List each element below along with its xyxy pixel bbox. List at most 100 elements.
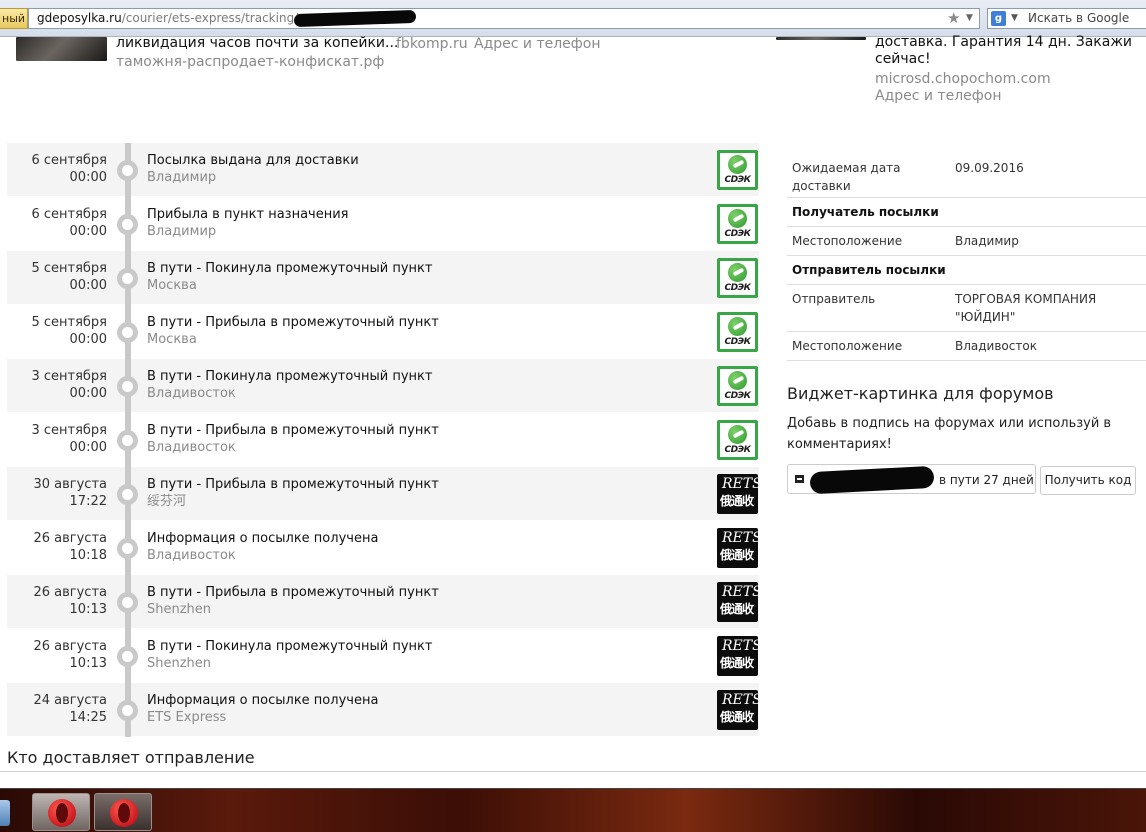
ets-logo-icon[interactable]: RETS 俄通收 bbox=[717, 528, 758, 568]
timeline-dot-icon bbox=[117, 214, 138, 235]
ad-domain-middle[interactable]: fbkomp.ru bbox=[396, 36, 468, 53]
event-location: 绥芬河 bbox=[147, 494, 187, 509]
address-dropdown-icon[interactable]: ▼ bbox=[966, 13, 973, 23]
event-date: 26 августа bbox=[33, 585, 107, 600]
cdek-ball-icon bbox=[728, 425, 747, 444]
expected-date-label: Ожидаемая дата доставки bbox=[792, 161, 901, 193]
event-time: 10:13 bbox=[69, 656, 107, 671]
opera-icon bbox=[110, 799, 138, 827]
ets-logo-line2: 俄通收 bbox=[720, 710, 754, 724]
get-code-button[interactable]: Получить код bbox=[1040, 466, 1136, 495]
recipient-heading: Получатель посылки bbox=[792, 205, 939, 219]
event-status: В пути - Прибыла в промежуточный пункт bbox=[147, 477, 439, 492]
explorer-icon[interactable] bbox=[0, 800, 10, 826]
timeline-dot-icon bbox=[117, 430, 138, 451]
sender-location-value: Владивосток bbox=[955, 339, 1037, 353]
ets-logo-line2: 俄通收 bbox=[720, 656, 754, 670]
event-date: 30 августа bbox=[33, 477, 107, 492]
event-status: Информация о посылке получена bbox=[147, 531, 379, 546]
event-time: 00:00 bbox=[69, 170, 107, 185]
tracking-event-row: 3 сентября 00:00 В пути - Покинула промежу… bbox=[7, 359, 759, 413]
google-icon[interactable]: g bbox=[991, 11, 1006, 26]
redacted-scribble bbox=[809, 465, 935, 495]
site-identity-badge[interactable]: ный bbox=[0, 8, 28, 29]
ets-logo-icon[interactable]: RETS 俄通收 bbox=[717, 582, 758, 622]
ets-logo-line2: 俄通收 bbox=[720, 548, 754, 562]
event-time: 00:00 bbox=[69, 440, 107, 455]
parcel-info-table: Ожидаемая дата доставки 09.09.2016 Получ… bbox=[787, 151, 1146, 361]
who-delivers-heading: Кто доставляет отправление bbox=[7, 748, 255, 767]
ad-right-line1[interactable]: доставка. Гарантия 14 дн. Закажи bbox=[875, 34, 1132, 51]
cdek-logo-icon[interactable]: СDЭК bbox=[717, 258, 758, 298]
ad-right-address-link[interactable]: Адрес и телефон bbox=[875, 88, 1001, 105]
windows-taskbar bbox=[0, 788, 1146, 832]
event-date: 26 августа bbox=[33, 639, 107, 654]
event-location: Владимир bbox=[147, 224, 217, 239]
opera-icon bbox=[48, 799, 76, 827]
cdek-logo-icon[interactable]: СDЭК bbox=[717, 420, 758, 460]
bookmark-star-icon[interactable]: ★ bbox=[947, 10, 960, 26]
taskbar-opera-button-2[interactable] bbox=[94, 793, 152, 831]
timeline-dot-icon bbox=[117, 268, 138, 289]
search-input[interactable]: g ▼ Искать в Google bbox=[987, 8, 1146, 29]
tracking-event-row: 26 августа 10:18 Информация о посылке полу… bbox=[7, 521, 759, 575]
event-date: 24 августа bbox=[33, 693, 107, 708]
event-time: 14:25 bbox=[69, 710, 107, 725]
event-location: Москва bbox=[147, 332, 197, 347]
widget-title: Виджет-картинка для форумов bbox=[787, 384, 1054, 403]
event-status: В пути - Прибыла в промежуточный пункт bbox=[147, 585, 439, 600]
event-location: Shenzhen bbox=[147, 602, 212, 617]
ad-title[interactable]: ликвидация часов почти за копейки... bbox=[116, 35, 398, 52]
ets-logo-line2: 俄通收 bbox=[720, 602, 754, 616]
cdek-logo-icon[interactable]: СDЭК bbox=[717, 366, 758, 406]
sender-label: Отправитель bbox=[792, 292, 876, 306]
event-time: 00:00 bbox=[69, 386, 107, 401]
ad-right-line2[interactable]: сейчас! bbox=[875, 51, 931, 68]
ad-image-right[interactable] bbox=[776, 37, 866, 40]
ad-right-domain[interactable]: microsd.chopochom.com bbox=[875, 71, 1051, 88]
event-time: 00:00 bbox=[69, 224, 107, 239]
ets-logo-line1: RETS bbox=[722, 638, 758, 654]
recipient-location-label: Местоположение bbox=[792, 234, 903, 248]
cdek-logo-icon[interactable]: СDЭК bbox=[717, 312, 758, 352]
ad-image[interactable] bbox=[16, 37, 107, 61]
ets-logo-icon[interactable]: RETS 俄通收 bbox=[717, 474, 758, 514]
event-status: В пути - Покинула промежуточный пункт bbox=[147, 639, 433, 654]
event-location: ETS Express bbox=[147, 710, 227, 725]
cdek-ball-icon bbox=[728, 263, 747, 282]
tracking-event-row: 5 сентября 00:00 В пути - Прибыла в промеж… bbox=[7, 305, 759, 359]
address-bar[interactable]: gdeposylka.ru/courier/ets-express/tracki… bbox=[28, 8, 980, 29]
event-status: В пути - Прибыла в промежуточный пункт bbox=[147, 423, 439, 438]
cdek-logo-text: СDЭК bbox=[724, 337, 751, 347]
ets-logo-line1: RETS bbox=[722, 692, 758, 708]
widget-description: Добавь в подпись на форумах или использу… bbox=[787, 416, 1112, 452]
tracking-event-row: 6 сентября 00:00 Прибыла в пункт назначени… bbox=[7, 197, 759, 251]
cdek-logo-icon[interactable]: СDЭК bbox=[717, 150, 758, 190]
event-time: 00:00 bbox=[69, 278, 107, 293]
timeline-dot-icon bbox=[117, 484, 138, 505]
widget-preview-badge[interactable]: в пути 27 дней bbox=[787, 464, 1036, 495]
event-status: Посылка выдана для доставки bbox=[147, 153, 359, 168]
ad-address-link[interactable]: Адрес и телефон bbox=[474, 36, 600, 53]
event-status: В пути - Покинула промежуточный пункт bbox=[147, 369, 433, 384]
sender-heading: Отправитель посылки bbox=[792, 263, 946, 277]
timeline-dot-icon bbox=[117, 160, 138, 181]
event-status: Прибыла в пункт назначения bbox=[147, 207, 349, 222]
ad-domain[interactable]: таможня-распродает-конфискат.рф bbox=[116, 54, 384, 71]
url-path: /courier/ets-express/tracking/ bbox=[121, 11, 299, 25]
search-engine-dropdown-icon[interactable]: ▼ bbox=[1011, 9, 1018, 28]
taskbar-opera-button[interactable] bbox=[32, 793, 90, 831]
cdek-logo-text: СDЭК bbox=[724, 391, 751, 401]
sender-value: ТОРГОВАЯ КОМПАНИЯ "ЮЙДИН" bbox=[955, 292, 1097, 324]
cdek-logo-icon[interactable]: СDЭК bbox=[717, 204, 758, 244]
event-date: 3 сентября bbox=[31, 423, 107, 438]
cdek-logo-text: СDЭК bbox=[724, 175, 751, 185]
tracking-event-row: 5 сентября 00:00 В пути - Покинула промежу… bbox=[7, 251, 759, 305]
cdek-ball-icon bbox=[728, 371, 747, 390]
ets-logo-line1: RETS bbox=[722, 584, 758, 600]
timeline-dot-icon bbox=[117, 376, 138, 397]
ets-logo-line2: 俄通收 bbox=[720, 494, 754, 508]
ets-logo-icon[interactable]: RETS 俄通收 bbox=[717, 636, 758, 676]
ets-logo-icon[interactable]: RETS 俄通收 bbox=[717, 690, 758, 730]
info-row-recipient-location: Местоположение Владимир bbox=[787, 227, 1146, 256]
